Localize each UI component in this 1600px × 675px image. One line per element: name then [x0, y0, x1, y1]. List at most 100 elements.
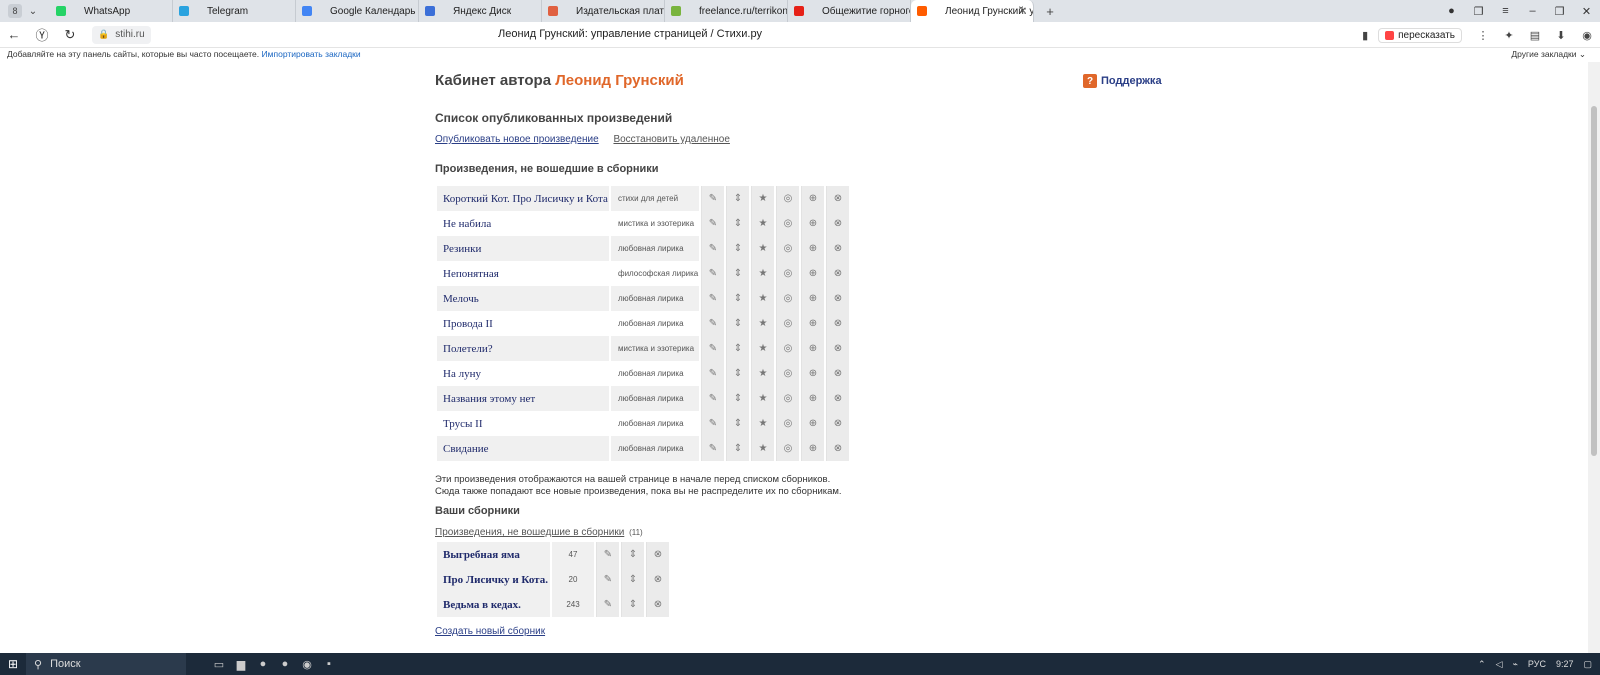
collection-title[interactable]: Про Лисичку и Кота.	[437, 567, 550, 592]
browser-tab[interactable]: Леонид Грунский: упра✕	[911, 0, 1034, 22]
star-icon[interactable]: ★	[751, 411, 774, 436]
collection-title[interactable]: Ведьма в кедах.	[437, 592, 550, 617]
more-icon[interactable]: ⋮	[1470, 29, 1496, 42]
page-scrollbar[interactable]	[1588, 62, 1600, 653]
move-icon[interactable]: ⇕	[726, 311, 749, 336]
star-icon[interactable]: ★	[751, 386, 774, 411]
view-icon[interactable]: ◎	[776, 386, 799, 411]
minimize-button[interactable]: –	[1519, 5, 1546, 17]
menu-icon[interactable]: ≡	[1492, 5, 1519, 17]
clock[interactable]: 9:27	[1556, 659, 1574, 669]
edit-icon[interactable]: ✎	[596, 567, 619, 592]
close-window-button[interactable]: ✕	[1573, 5, 1600, 18]
edit-icon[interactable]: ✎	[701, 286, 724, 311]
add-icon[interactable]: ⊕	[801, 386, 824, 411]
delete-icon[interactable]: ⊗	[826, 386, 849, 411]
notification-center-icon[interactable]: ▢	[1583, 659, 1592, 670]
view-icon[interactable]: ◎	[776, 236, 799, 261]
add-icon[interactable]: ⊕	[801, 286, 824, 311]
collections-icon[interactable]: ▤	[1522, 29, 1548, 42]
view-icon[interactable]: ◎	[776, 211, 799, 236]
add-icon[interactable]: ⊕	[801, 236, 824, 261]
close-tab-icon[interactable]: ✕	[1019, 6, 1027, 17]
delete-icon[interactable]: ⊗	[826, 211, 849, 236]
notifications-icon[interactable]: ◉	[1574, 29, 1600, 42]
delete-icon[interactable]: ⊗	[826, 286, 849, 311]
yandex-browser-icon-2[interactable]: ●	[274, 658, 296, 670]
add-icon[interactable]: ⊕	[801, 311, 824, 336]
star-icon[interactable]: ★	[751, 211, 774, 236]
file-explorer-icon[interactable]: ▆	[230, 658, 252, 671]
move-icon[interactable]: ⇕	[726, 411, 749, 436]
move-icon[interactable]: ⇕	[726, 436, 749, 461]
move-icon[interactable]: ⇕	[726, 261, 749, 286]
view-icon[interactable]: ◎	[776, 436, 799, 461]
other-bookmarks-button[interactable]: Другие закладки ⌄	[1511, 48, 1586, 61]
restore-deleted-link[interactable]: Восстановить удаленное	[613, 134, 729, 145]
work-title-link[interactable]: Трусы II	[443, 418, 483, 430]
star-icon[interactable]: ★	[751, 361, 774, 386]
create-collection-link[interactable]: Создать новый сборник	[435, 626, 545, 637]
edit-icon[interactable]: ✎	[701, 261, 724, 286]
move-icon[interactable]: ⇕	[726, 236, 749, 261]
star-icon[interactable]: ★	[751, 186, 774, 211]
edit-icon[interactable]: ✎	[701, 236, 724, 261]
edit-icon[interactable]: ✎	[701, 186, 724, 211]
downloads-icon[interactable]: ⬇	[1548, 29, 1574, 42]
volume-icon[interactable]: ◁	[1496, 659, 1503, 670]
delete-icon[interactable]: ⊗	[826, 236, 849, 261]
delete-icon[interactable]: ⊗	[826, 436, 849, 461]
move-icon[interactable]: ⇕	[726, 286, 749, 311]
work-title-link[interactable]: Непонятная	[443, 268, 499, 280]
browser-tab[interactable]: freelance.ru/terrikons/?cm	[665, 0, 788, 22]
edit-icon[interactable]: ✎	[701, 336, 724, 361]
delete-icon[interactable]: ⊗	[826, 311, 849, 336]
browser-tab[interactable]: Telegram	[173, 0, 296, 22]
star-icon[interactable]: ★	[751, 286, 774, 311]
extension-icon[interactable]: ✦	[1496, 29, 1522, 42]
browser-tab[interactable]: WhatsApp	[50, 0, 173, 22]
view-icon[interactable]: ◎	[776, 411, 799, 436]
move-icon[interactable]: ⇕	[726, 361, 749, 386]
work-title-link[interactable]: Полетели?	[443, 343, 493, 355]
bookmark-icon[interactable]: ▮	[1352, 29, 1378, 42]
move-icon[interactable]: ⇕	[621, 592, 644, 617]
premiere-icon[interactable]: ▪	[318, 658, 340, 670]
tabs-overview-icon[interactable]: ❐	[1465, 5, 1492, 18]
yandex-browser-icon[interactable]: ●	[252, 658, 274, 670]
author-name[interactable]: Леонид Грунский	[555, 72, 684, 89]
star-icon[interactable]: ★	[751, 261, 774, 286]
view-icon[interactable]: ◎	[776, 186, 799, 211]
move-icon[interactable]: ⇕	[621, 567, 644, 592]
language-indicator[interactable]: РУС	[1528, 659, 1546, 669]
move-icon[interactable]: ⇕	[726, 211, 749, 236]
import-bookmarks-link[interactable]: Импортировать закладки	[262, 49, 361, 59]
delete-icon[interactable]: ⊗	[646, 567, 669, 592]
view-icon[interactable]: ◎	[776, 336, 799, 361]
delete-icon[interactable]: ⊗	[826, 411, 849, 436]
support-link[interactable]: ? Поддержка	[1083, 74, 1162, 88]
profile-icon[interactable]: ●	[1438, 5, 1465, 17]
work-title-link[interactable]: На луну	[443, 368, 481, 380]
delete-icon[interactable]: ⊗	[826, 336, 849, 361]
view-icon[interactable]: ◎	[776, 261, 799, 286]
view-icon[interactable]: ◎	[776, 286, 799, 311]
publish-new-link[interactable]: Опубликовать новое произведение	[435, 134, 599, 145]
browser-tab[interactable]: Издательская платформ	[542, 0, 665, 22]
network-icon[interactable]: ⌁	[1513, 659, 1518, 670]
delete-icon[interactable]: ⊗	[646, 592, 669, 617]
star-icon[interactable]: ★	[751, 236, 774, 261]
work-title-link[interactable]: Свидание	[443, 443, 489, 455]
add-icon[interactable]: ⊕	[801, 411, 824, 436]
edit-icon[interactable]: ✎	[701, 211, 724, 236]
work-title-link[interactable]: Названия этому нет	[443, 393, 535, 405]
move-icon[interactable]: ⇕	[726, 186, 749, 211]
star-icon[interactable]: ★	[751, 436, 774, 461]
delete-icon[interactable]: ⊗	[826, 261, 849, 286]
taskbar-search[interactable]: ⚲ Поиск	[26, 653, 186, 675]
move-icon[interactable]: ⇕	[621, 542, 644, 567]
move-icon[interactable]: ⇕	[726, 386, 749, 411]
add-icon[interactable]: ⊕	[801, 186, 824, 211]
edit-icon[interactable]: ✎	[596, 592, 619, 617]
delete-icon[interactable]: ⊗	[826, 361, 849, 386]
